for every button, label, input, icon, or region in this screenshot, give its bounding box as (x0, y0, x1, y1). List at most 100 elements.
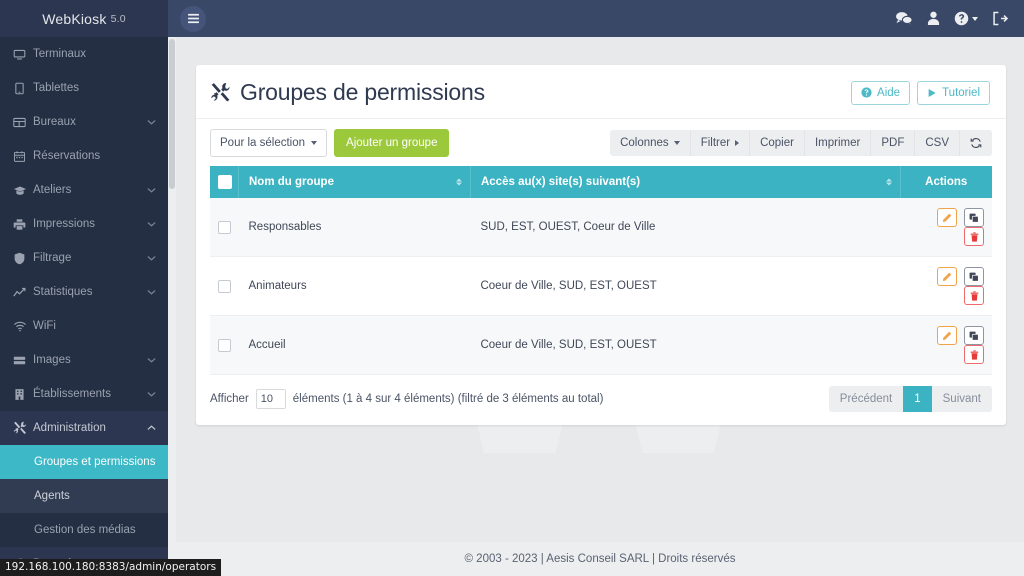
columns-button-label: Colonnes (620, 137, 669, 149)
row-group-name: Responsables (238, 198, 471, 257)
table-row[interactable]: Accueil Coeur de Ville, SUD, EST, OUEST (210, 315, 992, 375)
hamburger-icon[interactable] (180, 5, 206, 32)
graduation-cap-icon (13, 184, 33, 197)
pagination: Précédent 1 Suivant (828, 386, 992, 412)
chevron-up-icon (147, 425, 156, 431)
printer-icon (13, 218, 33, 231)
edit-button[interactable] (936, 267, 957, 286)
csv-button[interactable]: CSV (915, 130, 960, 156)
delete-button[interactable] (964, 227, 984, 246)
table-row[interactable]: Animateurs Coeur de Ville, SUD, EST, OUE… (210, 256, 992, 316)
page-title: Groupes de permissions (210, 79, 485, 106)
sidebar-item-images[interactable]: Images (0, 343, 168, 377)
selection-dropdown-label: Pour la sélection (220, 137, 306, 149)
copy-button[interactable]: Copier (750, 130, 805, 156)
columns-button[interactable]: Colonnes (610, 130, 691, 156)
card-header-buttons: Aide Tutoriel (851, 80, 990, 105)
duplicate-button[interactable] (964, 208, 984, 227)
sidebar-nav: Terminaux Tablettes Bureaux Réservations… (0, 37, 168, 576)
row-checkbox[interactable] (218, 220, 231, 234)
sidebar-item-ateliers[interactable]: Ateliers (0, 173, 168, 207)
sort-icon (885, 178, 892, 186)
permissions-card: Groupes de permissions Aide Tutoriel Pou… (196, 65, 1006, 425)
table-header-row: Nom du groupe Accès au(x) site(s) suivan… (210, 166, 992, 198)
table-body: Responsables SUD, EST, OUEST, Coeur de V… (210, 198, 992, 375)
add-group-button[interactable]: Ajouter un groupe (334, 129, 450, 157)
help-button[interactable]: Aide (851, 80, 911, 105)
duplicate-button[interactable] (964, 326, 984, 345)
tools-icon (13, 421, 33, 435)
row-actions (900, 256, 992, 316)
row-group-name: Accueil (238, 315, 471, 375)
user-icon[interactable] (927, 11, 940, 26)
sidebar-item-tablettes[interactable]: Tablettes (0, 71, 168, 105)
table-head: Nom du groupe Accès au(x) site(s) suivan… (210, 166, 992, 198)
sidebar-item-terminaux[interactable]: Terminaux (0, 37, 168, 71)
sidebar-subitem-agents[interactable]: Agents (0, 479, 168, 513)
tablet-icon (13, 82, 33, 95)
tutorial-button[interactable]: Tutoriel (917, 80, 990, 105)
row-checkbox[interactable] (218, 338, 231, 352)
column-header-sites[interactable]: Accès au(x) site(s) suivant(s) (470, 166, 901, 198)
refresh-icon (970, 137, 982, 149)
card-header: Groupes de permissions Aide Tutoriel (196, 65, 1006, 119)
delete-button[interactable] (964, 286, 984, 305)
delete-button[interactable] (964, 345, 984, 364)
brand-logo[interactable]: WebKiosk 5.0 (0, 0, 168, 37)
comments-icon[interactable] (895, 11, 913, 26)
column-header-actions: Actions (900, 166, 992, 198)
question-circle-icon (861, 87, 872, 98)
sidebar-item-administration[interactable]: Administration (0, 411, 168, 445)
table-row[interactable]: Responsables SUD, EST, OUEST, Coeur de V… (210, 198, 992, 257)
toolbar-left-buttons: Pour la sélection Ajouter un groupe (210, 129, 450, 157)
selection-dropdown-button[interactable]: Pour la sélection (210, 129, 328, 157)
select-all-checkbox[interactable] (218, 175, 232, 189)
row-select-cell[interactable] (210, 198, 239, 257)
sidebar-item-reservations[interactable]: Réservations (0, 139, 168, 173)
chevron-down-icon (147, 255, 156, 261)
refresh-button[interactable] (960, 130, 992, 156)
datatable-buttons: Colonnes Filtrer Copier Imprimer PDF CSV (610, 130, 992, 156)
pagination-next[interactable]: Suivant (932, 386, 992, 412)
duplicate-button[interactable] (964, 267, 984, 286)
sidebar-label: Terminaux (33, 48, 87, 60)
table-toolbar: Pour la sélection Ajouter un groupe Colo… (196, 119, 1006, 166)
row-actions (900, 315, 992, 375)
row-sites: SUD, EST, OUEST, Coeur de Ville (470, 198, 900, 257)
page-length-input[interactable] (255, 389, 286, 409)
edit-button[interactable] (936, 208, 957, 227)
sidebar-item-statistiques[interactable]: Statistiques (0, 275, 168, 309)
row-sites: Coeur de Ville, SUD, EST, OUEST (470, 315, 900, 375)
calendar-icon (13, 150, 33, 163)
chevron-down-icon (147, 289, 156, 295)
column-header-name[interactable]: Nom du groupe (238, 166, 471, 198)
chevron-down-icon (972, 16, 978, 21)
sidebar-label: Statistiques (33, 286, 93, 298)
filter-button[interactable]: Filtrer (691, 130, 751, 156)
table-info: éléments (1 à 4 sur 4 éléments) (filtré … (292, 393, 604, 405)
row-select-cell[interactable] (210, 256, 239, 316)
pagination-previous[interactable]: Précédent (829, 386, 903, 412)
row-checkbox[interactable] (218, 279, 231, 293)
sidebar-item-impressions[interactable]: Impressions (0, 207, 168, 241)
sidebar: WebKiosk 5.0 Terminaux Tablettes Bureaux… (0, 0, 168, 576)
sidebar-item-filtrage[interactable]: Filtrage (0, 241, 168, 275)
sidebar-item-wifi[interactable]: WiFi (0, 309, 168, 343)
sidebar-item-etablissements[interactable]: Établissements (0, 377, 168, 411)
chevron-down-icon (147, 221, 156, 227)
select-all-header[interactable] (210, 166, 239, 198)
row-group-name: Animateurs (238, 256, 471, 316)
sidebar-subitem-groupes-et-permissions[interactable]: Groupes et permissions (0, 445, 168, 479)
help-circle-icon[interactable] (954, 11, 978, 26)
row-select-cell[interactable] (210, 315, 239, 375)
pagination-page-1[interactable]: 1 (903, 386, 932, 412)
main-pane: W Groupes de permissions (168, 0, 1024, 576)
chevron-right-icon (735, 140, 740, 146)
edit-button[interactable] (936, 326, 957, 345)
print-button[interactable]: Imprimer (805, 130, 872, 156)
pdf-button[interactable]: PDF (871, 130, 916, 156)
grid-icon (13, 116, 33, 129)
sidebar-subitem-gestion-des-medias[interactable]: Gestion des médias (0, 513, 168, 547)
sidebar-item-bureaux[interactable]: Bureaux (0, 105, 168, 139)
logout-icon[interactable] (992, 11, 1008, 26)
